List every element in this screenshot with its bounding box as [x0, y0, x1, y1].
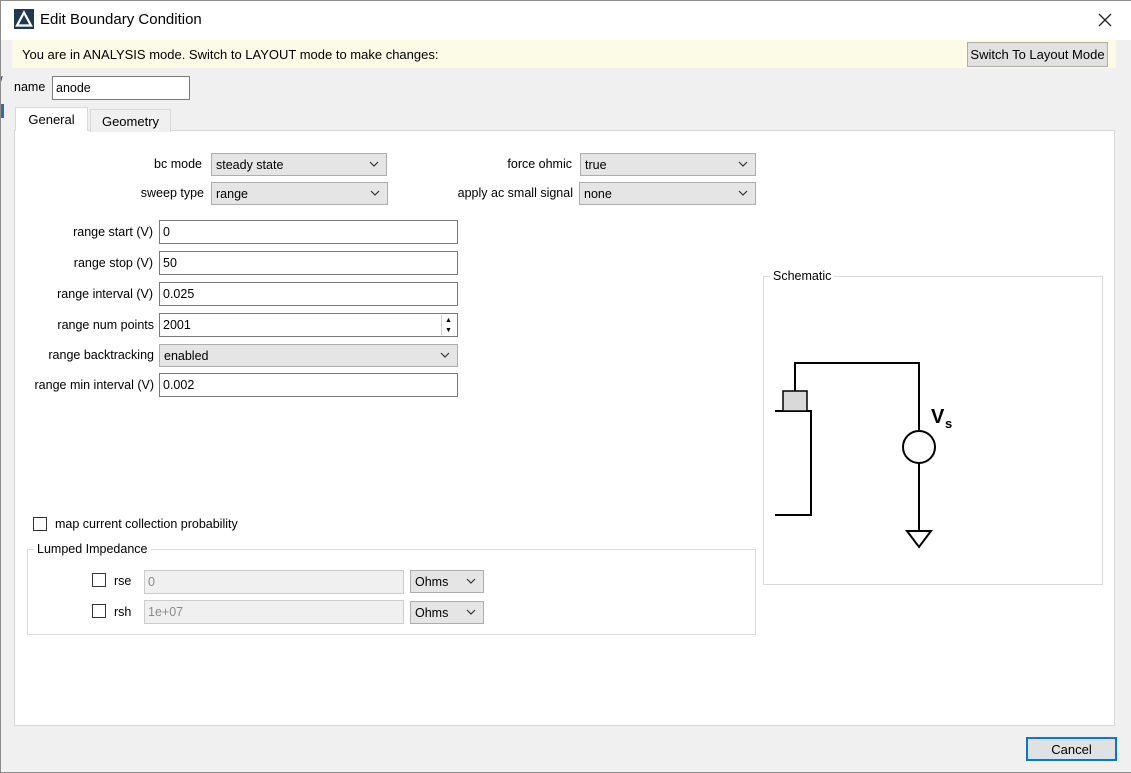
lumped-impedance-title: Lumped Impedance [34, 542, 151, 556]
range-start-input[interactable]: 0 [159, 220, 458, 244]
switch-to-layout-button[interactable]: Switch To Layout Mode [967, 42, 1108, 67]
rse-unit-value: Ohms [415, 574, 449, 589]
range-start-label: range start (V) [73, 225, 153, 239]
apply-ac-label: apply ac small signal [457, 186, 573, 200]
ground-icon [905, 530, 933, 549]
name-input[interactable]: anode [52, 76, 190, 100]
range-num-points-input[interactable]: 2001 ▲ ▼ [159, 313, 458, 337]
chevron-down-icon [466, 578, 476, 584]
chevron-down-icon [440, 352, 450, 358]
chevron-down-icon [738, 190, 748, 196]
chevron-down-icon [738, 161, 748, 167]
rse-unit-select[interactable]: Ohms [410, 570, 484, 593]
apply-ac-select[interactable]: none [579, 182, 756, 205]
map-current-checkbox[interactable] [33, 517, 47, 531]
map-current-label: map current collection probability [55, 517, 238, 531]
force-ohmic-select[interactable]: true [580, 153, 756, 176]
rsh-unit-value: Ohms [415, 605, 449, 620]
range-min-interval-label: range min interval (V) [34, 378, 155, 392]
chevron-down-icon [369, 161, 379, 167]
rse-label: rse [114, 574, 132, 588]
apply-ac-value: none [584, 186, 612, 201]
source-subscript: s [945, 416, 952, 431]
range-backtracking-label: range backtracking [48, 348, 154, 362]
spin-down-icon[interactable]: ▼ [442, 325, 455, 335]
sweep-type-label: sweep type [140, 186, 204, 200]
voltage-source-icon [902, 430, 936, 464]
chevron-down-icon [370, 190, 380, 196]
force-ohmic-label: force ohmic [507, 157, 572, 171]
chevron-down-icon [466, 609, 476, 615]
window-title: Edit Boundary Condition [40, 11, 202, 28]
schematic-title: Schematic [770, 269, 835, 283]
bc-mode-value: steady state [216, 157, 284, 172]
rse-input[interactable]: 0 [144, 570, 404, 594]
range-stop-input[interactable]: 50 [159, 251, 458, 275]
close-icon[interactable] [1094, 9, 1116, 31]
sweep-type-value: range [216, 186, 248, 201]
range-backtracking-select[interactable]: enabled [159, 344, 458, 367]
wire [794, 362, 920, 431]
range-stop-label: range stop (V) [73, 256, 153, 270]
rse-checkbox[interactable] [92, 573, 106, 587]
tab-geometry[interactable]: Geometry [90, 109, 171, 132]
bc-mode-select[interactable]: steady state [211, 153, 387, 176]
range-num-points-value: 2001 [163, 318, 191, 332]
range-num-points-label: range num points [57, 318, 154, 332]
name-label: name [14, 80, 46, 94]
background-window-fragment [0, 76, 7, 88]
range-interval-input[interactable]: 0.025 [159, 282, 458, 306]
contact-pad [782, 390, 808, 412]
spin-up-icon[interactable]: ▲ [442, 315, 455, 325]
range-min-interval-input[interactable]: 0.002 [159, 373, 458, 397]
source-label: V [931, 406, 945, 428]
device-outline [775, 410, 812, 516]
range-backtracking-value: enabled [164, 348, 209, 363]
app-logo-icon [14, 9, 34, 29]
bc-mode-label: bc mode [154, 157, 202, 171]
sweep-type-select[interactable]: range [211, 182, 388, 205]
force-ohmic-value: true [585, 157, 607, 172]
spinner[interactable]: ▲ ▼ [441, 315, 455, 335]
range-interval-label: range interval (V) [57, 287, 153, 301]
schematic-diagram: V s [775, 362, 952, 549]
tab-general[interactable]: General [15, 107, 88, 131]
mode-banner-text: You are in ANALYSIS mode. Switch to LAYO… [22, 47, 439, 62]
cancel-button[interactable]: Cancel [1026, 737, 1117, 761]
rsh-input[interactable]: 1e+07 [144, 600, 404, 624]
background-window-fragment [0, 104, 4, 118]
rsh-checkbox[interactable] [92, 604, 106, 618]
rsh-unit-select[interactable]: Ohms [410, 601, 484, 624]
rsh-label: rsh [114, 605, 132, 619]
